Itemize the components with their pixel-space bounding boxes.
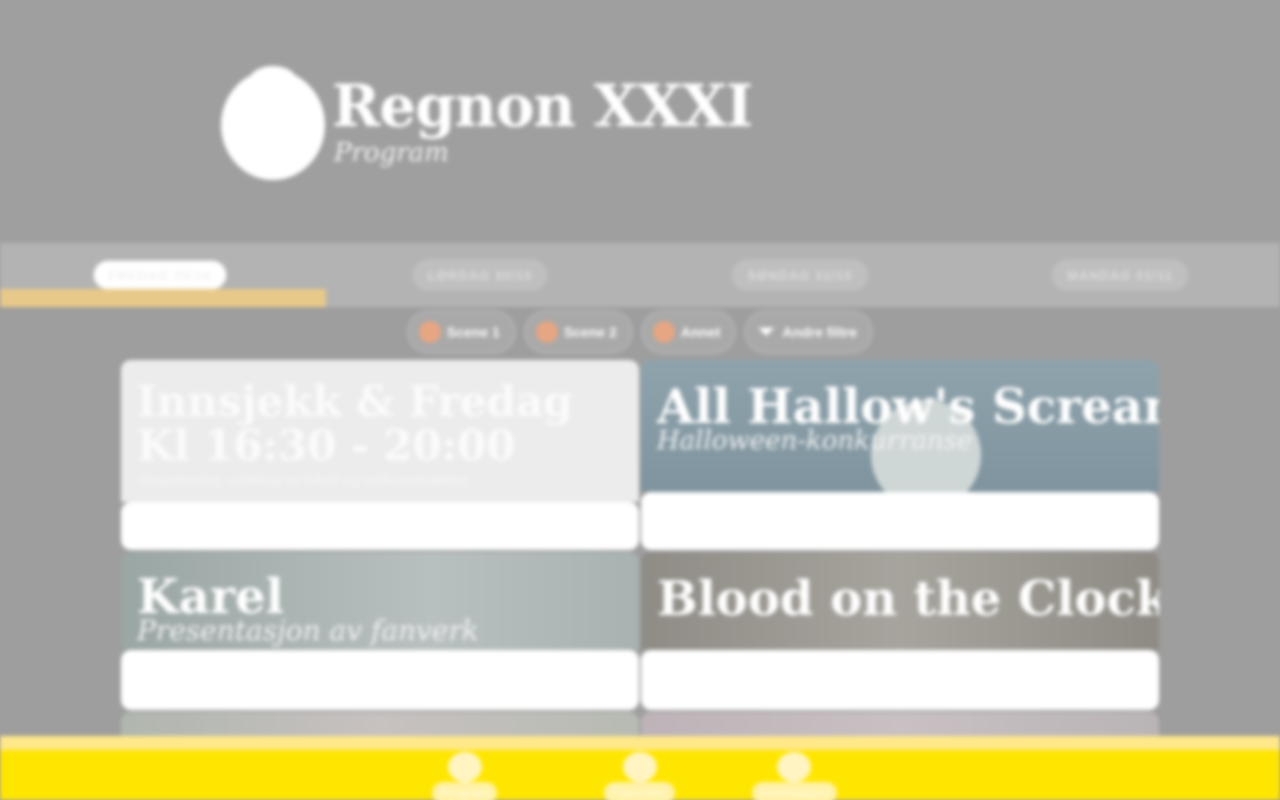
event-subtitle: Halloween-konkurranse <box>657 426 973 456</box>
nav-label: Informasjon <box>752 782 837 800</box>
tab-label: LØRDAG 30/10 <box>412 260 548 290</box>
chip-label: Andre filtre <box>782 324 858 340</box>
event-card[interactable]: Innsjekk & Fredag Kl 16:30 - 20:00 Regis… <box>121 360 639 550</box>
event-card-footer <box>121 502 639 550</box>
filter-icon: ⏷ <box>758 320 775 343</box>
event-title: Innsjekk & Fredag Kl 16:30 - 20:00 <box>137 377 573 471</box>
event-card[interactable]: Blood on the Clocktower <box>641 552 1159 710</box>
chip-label: Annet <box>680 324 721 340</box>
app-header: Regnon XXXI Program <box>0 0 1280 243</box>
dot-icon <box>418 321 441 343</box>
event-card-hero: Karel Presentasjon av fanverk <box>121 552 639 650</box>
tab-saturday[interactable]: LØRDAG 30/10 <box>320 243 640 307</box>
bottom-navigation: Program Favoritter Informasjon <box>0 736 1280 800</box>
dot-icon <box>652 321 675 343</box>
filter-chips: Scene 1 Scene 2 Annet ⏷ Andre filtre <box>0 310 1280 354</box>
tab-friday[interactable]: FREDAG 29/10 <box>0 243 326 307</box>
dot-icon <box>535 321 558 343</box>
event-title: All Hallow's Scream <box>657 379 1159 435</box>
filter-chip-more-filters[interactable]: ⏷ Andre filtre <box>744 310 874 354</box>
event-card-footer <box>641 492 1159 550</box>
nav-label: Favoritter <box>604 782 676 800</box>
day-tabs: FREDAG 29/10 LØRDAG 30/10 SØNDAG 31/10 M… <box>0 243 1280 307</box>
event-subtitle: Presentasjon av fanverk <box>137 614 479 647</box>
event-card-hero: Innsjekk & Fredag Kl 16:30 - 20:00 Regis… <box>121 360 639 502</box>
brand-title: Regnon XXXI <box>332 72 753 140</box>
tab-label: FREDAG 29/10 <box>93 260 227 290</box>
event-card-hero: Blood on the Clocktower <box>641 552 1159 650</box>
chip-label: Scene 1 <box>446 324 500 340</box>
nav-label: Program <box>432 782 498 800</box>
info-icon <box>777 752 812 782</box>
event-card-footer <box>121 650 639 710</box>
heart-icon <box>622 752 657 782</box>
filter-chip-other[interactable]: Annet <box>640 310 737 354</box>
event-title: Blood on the Clocktower <box>657 571 1159 627</box>
filter-chip-scene-2[interactable]: Scene 2 <box>523 310 633 354</box>
logo-icon <box>221 66 325 180</box>
brand-subtitle: Program <box>334 138 449 168</box>
tab-sunday[interactable]: SØNDAG 31/10 <box>640 243 960 307</box>
active-tab-indicator <box>0 289 326 307</box>
tab-label: MANDAG 01/11 <box>1052 260 1188 290</box>
calendar-icon <box>447 752 482 782</box>
event-card[interactable]: Karel Presentasjon av fanverk <box>121 552 639 710</box>
nav-program[interactable]: Program <box>432 752 498 800</box>
event-card-hero: All Hallow's Scream Halloween-konkurrans… <box>641 360 1159 510</box>
chip-label: Scene 2 <box>563 324 617 340</box>
event-meta: Registrering, utdeling av bånd og velkom… <box>139 472 468 489</box>
tab-monday[interactable]: MANDAG 01/11 <box>960 243 1280 307</box>
tab-label: SØNDAG 31/10 <box>732 260 868 290</box>
nav-favorites[interactable]: Favoritter <box>604 752 676 800</box>
filter-chip-scene-1[interactable]: Scene 1 <box>406 310 516 354</box>
nav-info[interactable]: Informasjon <box>752 752 837 800</box>
event-card[interactable]: All Hallow's Scream Halloween-konkurrans… <box>641 360 1159 550</box>
event-card-footer <box>641 650 1159 710</box>
